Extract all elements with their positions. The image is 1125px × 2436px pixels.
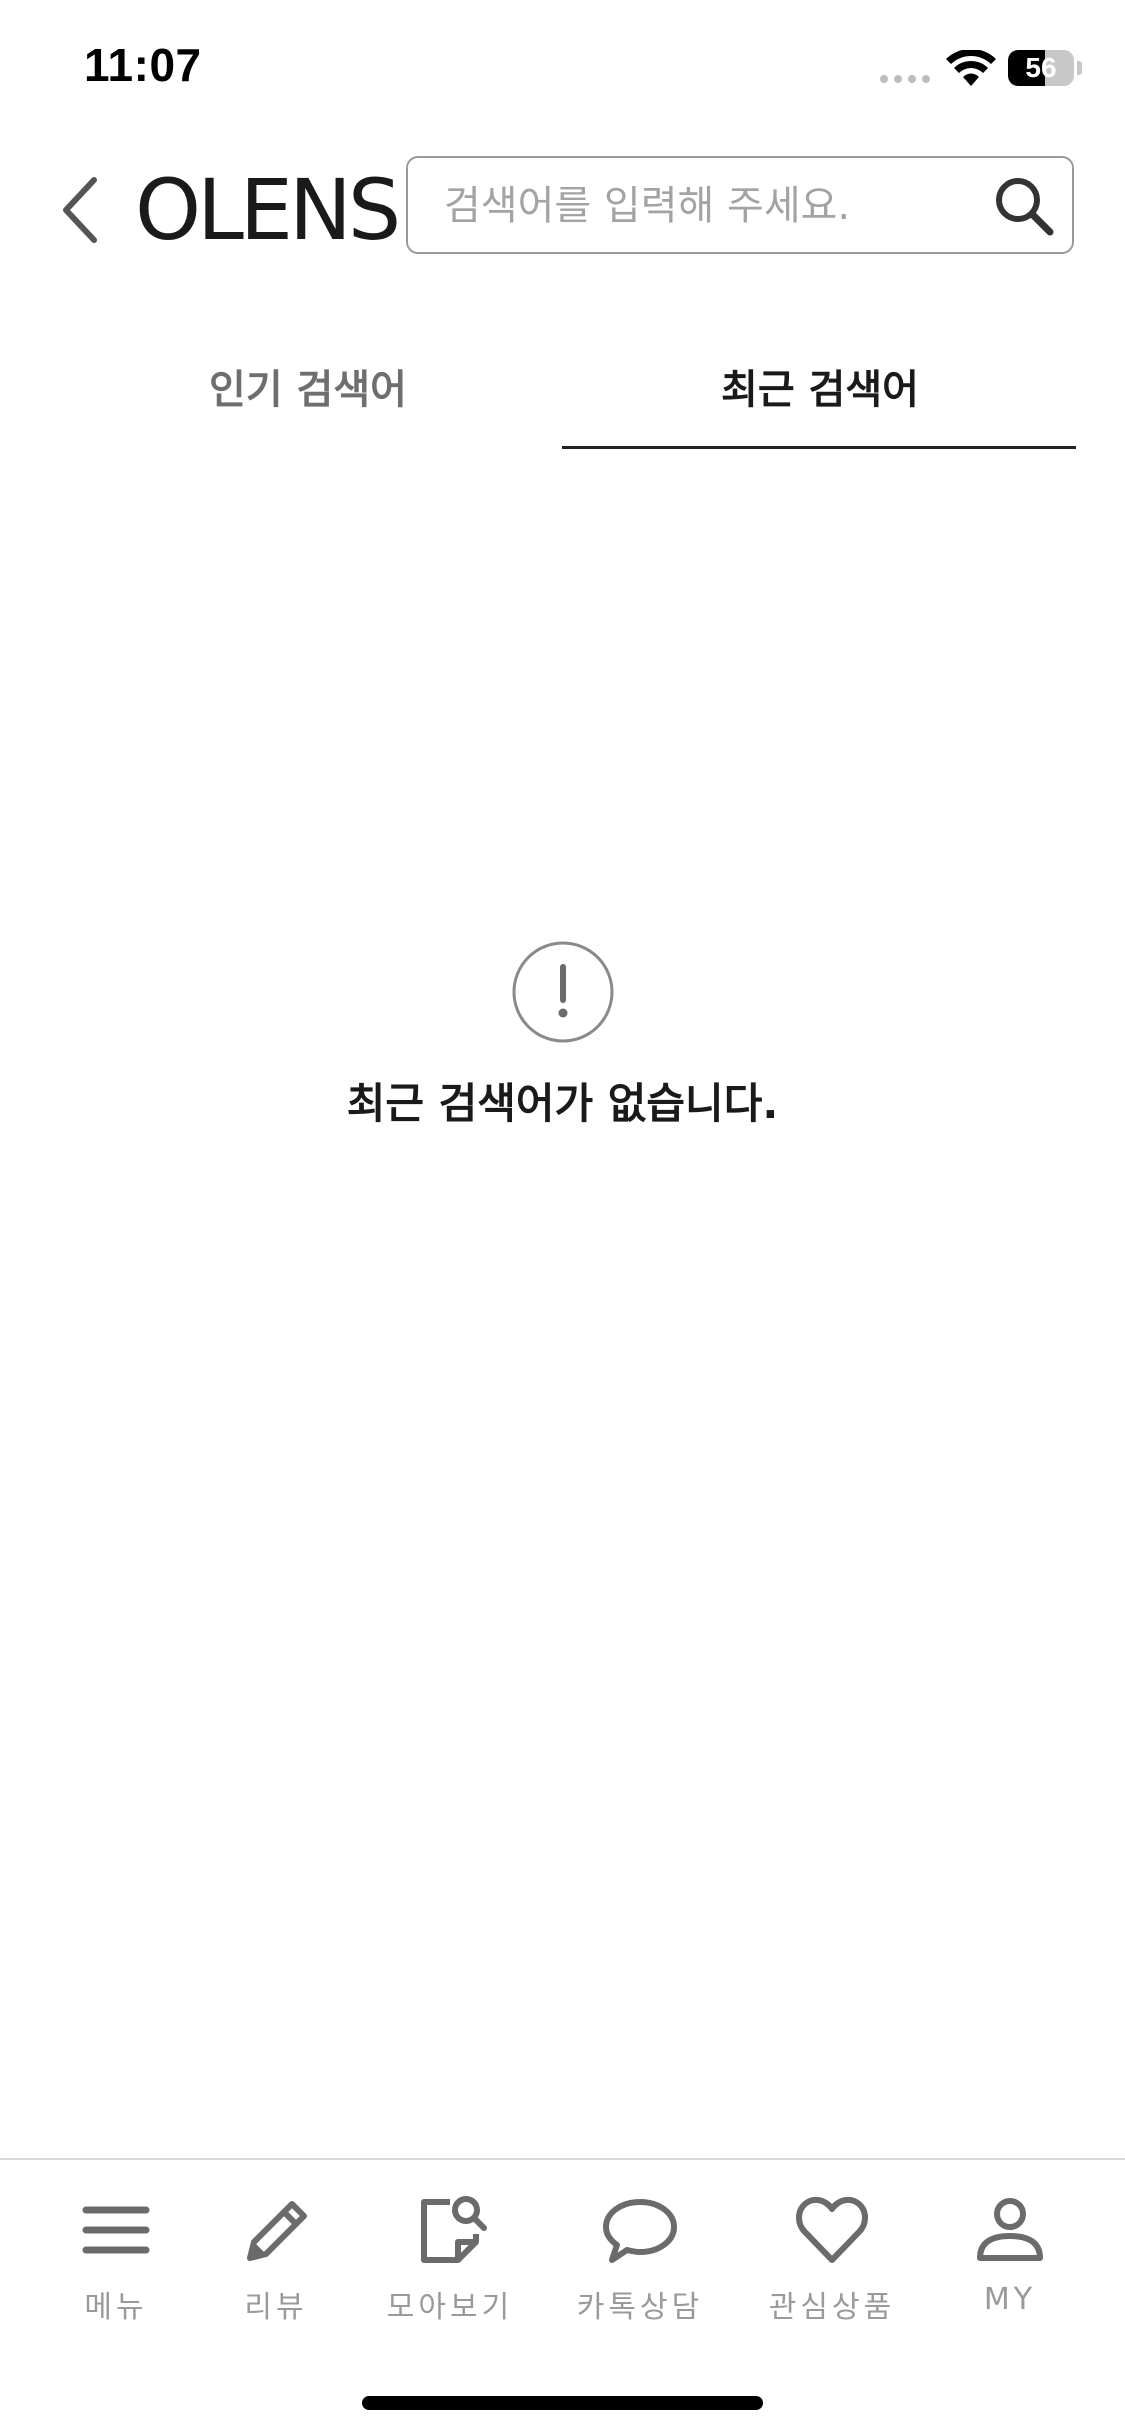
nav-label: MY bbox=[983, 2282, 1037, 2317]
battery-level: 56 bbox=[1025, 52, 1057, 83]
bottom-nav: 메뉴 리뷰 모아보기 카톡상담 관심상품 MY bbox=[0, 2158, 1125, 2436]
search-tabs: 인기 검색어 최근 검색어 bbox=[52, 340, 1076, 450]
status-bar: 11:07 56 bbox=[0, 0, 1125, 140]
nav-label: 메뉴 bbox=[84, 2290, 148, 2325]
user-icon bbox=[977, 2198, 1043, 2261]
header: OLENS bbox=[0, 140, 1125, 270]
status-time: 11:07 bbox=[84, 39, 202, 91]
nav-item-wishlist[interactable]: 관심상품 bbox=[742, 2190, 922, 2340]
search-input[interactable] bbox=[442, 158, 966, 254]
active-tab-indicator bbox=[562, 446, 1076, 449]
collection-search-icon bbox=[421, 2196, 487, 2263]
nav-item-my[interactable]: MY bbox=[920, 2190, 1100, 2340]
tab-popular-searches[interactable]: 인기 검색어 bbox=[52, 340, 564, 450]
olens-logo[interactable]: OLENS bbox=[135, 160, 401, 260]
tab-recent-searches[interactable]: 최근 검색어 bbox=[564, 340, 1076, 450]
battery-icon: 56 bbox=[1008, 50, 1074, 86]
nav-item-kakao-chat[interactable]: 카톡상담 bbox=[550, 2190, 730, 2340]
nav-item-collection[interactable]: 모아보기 bbox=[360, 2190, 540, 2340]
pencil-icon bbox=[247, 2201, 307, 2261]
search-box[interactable] bbox=[406, 156, 1074, 254]
exclamation-circle-icon bbox=[512, 941, 613, 1043]
nav-label: 카톡상담 bbox=[576, 2290, 704, 2325]
chat-bubble-icon bbox=[603, 2199, 677, 2263]
nav-label: 모아보기 bbox=[386, 2290, 514, 2325]
battery-nub bbox=[1077, 61, 1082, 75]
home-indicator bbox=[362, 2396, 763, 2410]
menu-icon bbox=[82, 2206, 150, 2254]
empty-message: 최근 검색어가 없습니다. bbox=[346, 1079, 779, 1128]
heart-icon bbox=[796, 2196, 868, 2263]
search-icon[interactable] bbox=[992, 174, 1056, 238]
nav-item-review[interactable]: 리뷰 bbox=[186, 2190, 366, 2340]
nav-label: 관심상품 bbox=[768, 2290, 896, 2325]
cellular-dots-icon bbox=[880, 75, 930, 83]
nav-item-menu[interactable]: 메뉴 bbox=[26, 2190, 206, 2340]
empty-state: 최근 검색어가 없습니다. bbox=[0, 940, 1125, 1131]
chevron-left-icon bbox=[63, 177, 97, 243]
nav-label: 리뷰 bbox=[244, 2290, 308, 2325]
wifi-icon bbox=[946, 50, 996, 86]
back-button[interactable] bbox=[50, 170, 110, 250]
